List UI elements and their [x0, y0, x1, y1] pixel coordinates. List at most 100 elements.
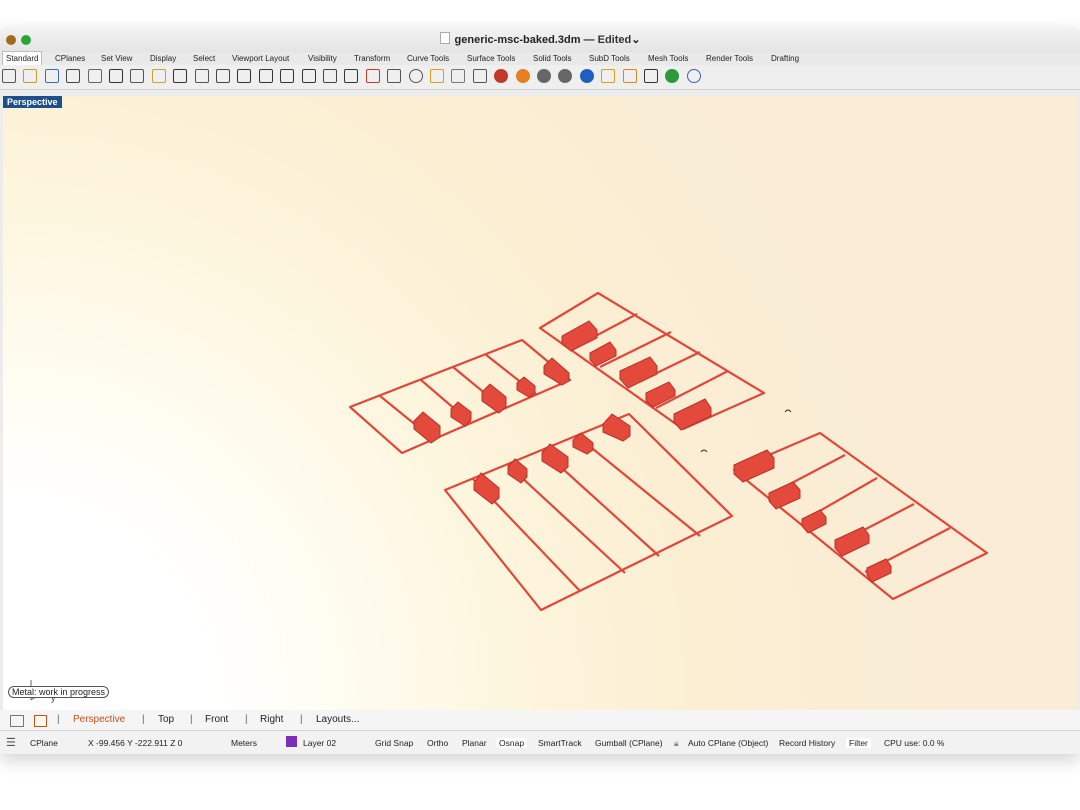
tab-display[interactable]: Display — [150, 52, 176, 65]
grid-layout-icon[interactable] — [10, 715, 24, 727]
light-bulb-icon[interactable] — [451, 69, 466, 83]
tab-drafting[interactable]: Drafting — [771, 52, 799, 65]
car-icon[interactable] — [365, 69, 380, 83]
gear-icon[interactable] — [622, 69, 637, 83]
ortho-toggle[interactable]: Ortho — [427, 738, 448, 748]
lock-icon[interactable] — [472, 69, 487, 83]
block-solid[interactable] — [481, 383, 507, 414]
lock-icon[interactable]: 🔒︎ — [674, 738, 679, 749]
tab-set-view[interactable]: Set View — [101, 52, 132, 65]
tab-layouts[interactable]: Layouts... — [316, 714, 359, 725]
zoom-icon[interactable] — [237, 69, 252, 83]
point-marker[interactable] — [784, 409, 792, 413]
open-file-icon[interactable] — [23, 69, 38, 83]
tab-mesh-tools[interactable]: Mesh Tools — [648, 52, 688, 65]
grid-outline[interactable] — [348, 338, 572, 455]
block-solid[interactable] — [541, 443, 569, 474]
grid-icon[interactable] — [387, 69, 402, 83]
tab-viewport-layout[interactable]: Viewport Layout — [232, 52, 289, 65]
tab-curve-tools[interactable]: Curve Tools — [407, 52, 449, 65]
blue-sphere-icon[interactable] — [579, 69, 594, 83]
chevron-down-icon[interactable]: ⌄ — [631, 34, 640, 46]
grid-snap-toggle[interactable]: Grid Snap — [375, 738, 413, 748]
tab-visibility[interactable]: Visibility — [308, 52, 337, 65]
grid-line[interactable] — [576, 435, 701, 537]
block-solid[interactable] — [561, 320, 598, 352]
scene-canvas[interactable] — [3, 96, 1077, 711]
title-bar[interactable]: generic-msc-baked.3dm — Edited⌄ — [0, 27, 1080, 53]
render-icon[interactable] — [494, 69, 509, 83]
tab-solid-tools[interactable]: Solid Tools — [533, 52, 572, 65]
point-marker[interactable] — [700, 449, 708, 453]
block-solid[interactable] — [413, 411, 441, 444]
block-solid[interactable] — [834, 526, 870, 557]
rotate-view-icon[interactable] — [216, 69, 230, 83]
tab-transform[interactable]: Transform — [354, 52, 390, 65]
edited-status[interactable]: Edited — [598, 34, 632, 46]
document-icon — [439, 32, 450, 44]
help-icon[interactable] — [686, 69, 701, 83]
sphere-icon[interactable] — [537, 69, 551, 83]
rotate-icon[interactable] — [323, 69, 337, 83]
new-file-icon[interactable] — [2, 69, 16, 83]
four-views-icon[interactable] — [344, 69, 359, 83]
color-wheel-icon[interactable] — [515, 69, 530, 83]
polyline-icon[interactable] — [644, 69, 658, 83]
single-view-icon[interactable] — [34, 715, 47, 727]
block-solid[interactable] — [768, 481, 801, 510]
tab-render-tools[interactable]: Render Tools — [706, 52, 753, 65]
tab-standard[interactable]: Standard — [2, 51, 43, 66]
block-solid[interactable] — [645, 381, 676, 408]
tab-top[interactable]: Top — [158, 714, 174, 725]
save-icon[interactable] — [44, 69, 59, 83]
tab-subd-tools[interactable]: SubD Tools — [589, 52, 630, 65]
globe-icon[interactable] — [665, 69, 680, 83]
cone-icon[interactable] — [601, 69, 616, 83]
block-solid[interactable] — [473, 472, 500, 505]
paste-icon[interactable] — [151, 69, 166, 83]
current-layer[interactable]: Layer 02 — [303, 738, 336, 748]
block-solid[interactable] — [801, 509, 827, 534]
tab-right[interactable]: Right — [260, 714, 283, 725]
block-solid[interactable] — [602, 413, 631, 442]
block-solid[interactable] — [450, 401, 472, 427]
copy-icon[interactable] — [130, 69, 145, 83]
cut-icon[interactable] — [109, 69, 123, 83]
block-solid[interactable] — [589, 341, 617, 367]
block-solid[interactable] — [733, 449, 775, 483]
block-solid[interactable] — [866, 558, 892, 583]
tab-cplanes[interactable]: CPlanes — [55, 52, 85, 65]
circle-curve-icon[interactable] — [408, 69, 423, 83]
record-history-toggle[interactable]: Record History — [779, 738, 835, 748]
osnap-toggle[interactable]: Osnap — [496, 738, 528, 748]
tab-surface-tools[interactable]: Surface Tools — [467, 52, 515, 65]
pan-hand-icon[interactable] — [194, 69, 209, 83]
mesh-sphere-icon[interactable] — [558, 69, 573, 83]
list-icon[interactable]: ☰ — [6, 736, 16, 749]
tab-front[interactable]: Front — [205, 714, 228, 725]
undo-icon[interactable] — [173, 69, 188, 83]
import-icon[interactable] — [87, 69, 102, 83]
block-solid[interactable] — [543, 357, 570, 386]
gumball-toggle[interactable]: Gumball (CPlane) — [595, 738, 663, 748]
points-icon[interactable] — [430, 69, 444, 83]
planar-toggle[interactable]: Planar — [462, 738, 487, 748]
cplane-label[interactable]: CPlane — [30, 738, 58, 748]
standard-toolbar — [0, 65, 1080, 90]
grid-line[interactable] — [506, 463, 626, 574]
auto-cplane-toggle[interactable]: Auto CPlane (Object) — [688, 738, 768, 748]
zoom-window-icon[interactable] — [258, 69, 273, 83]
coordinates-readout: X -99.456 Y -222.911 Z 0 — [88, 738, 183, 748]
tab-perspective[interactable]: Perspective — [73, 714, 125, 725]
perspective-viewport[interactable]: Perspective y Metal: work in progress — [3, 96, 1077, 711]
print-icon[interactable] — [66, 69, 81, 83]
block-solid[interactable] — [619, 356, 658, 389]
zoom-selected-icon[interactable] — [301, 69, 316, 83]
zoom-extents-icon[interactable] — [280, 69, 295, 83]
layer-color-swatch[interactable] — [286, 736, 297, 747]
tab-select[interactable]: Select — [193, 52, 215, 65]
units-label[interactable]: Meters — [231, 738, 257, 748]
filter-button[interactable]: Filter — [846, 738, 871, 748]
smarttrack-toggle[interactable]: SmartTrack — [538, 738, 582, 748]
tab-divider: | — [57, 714, 60, 725]
